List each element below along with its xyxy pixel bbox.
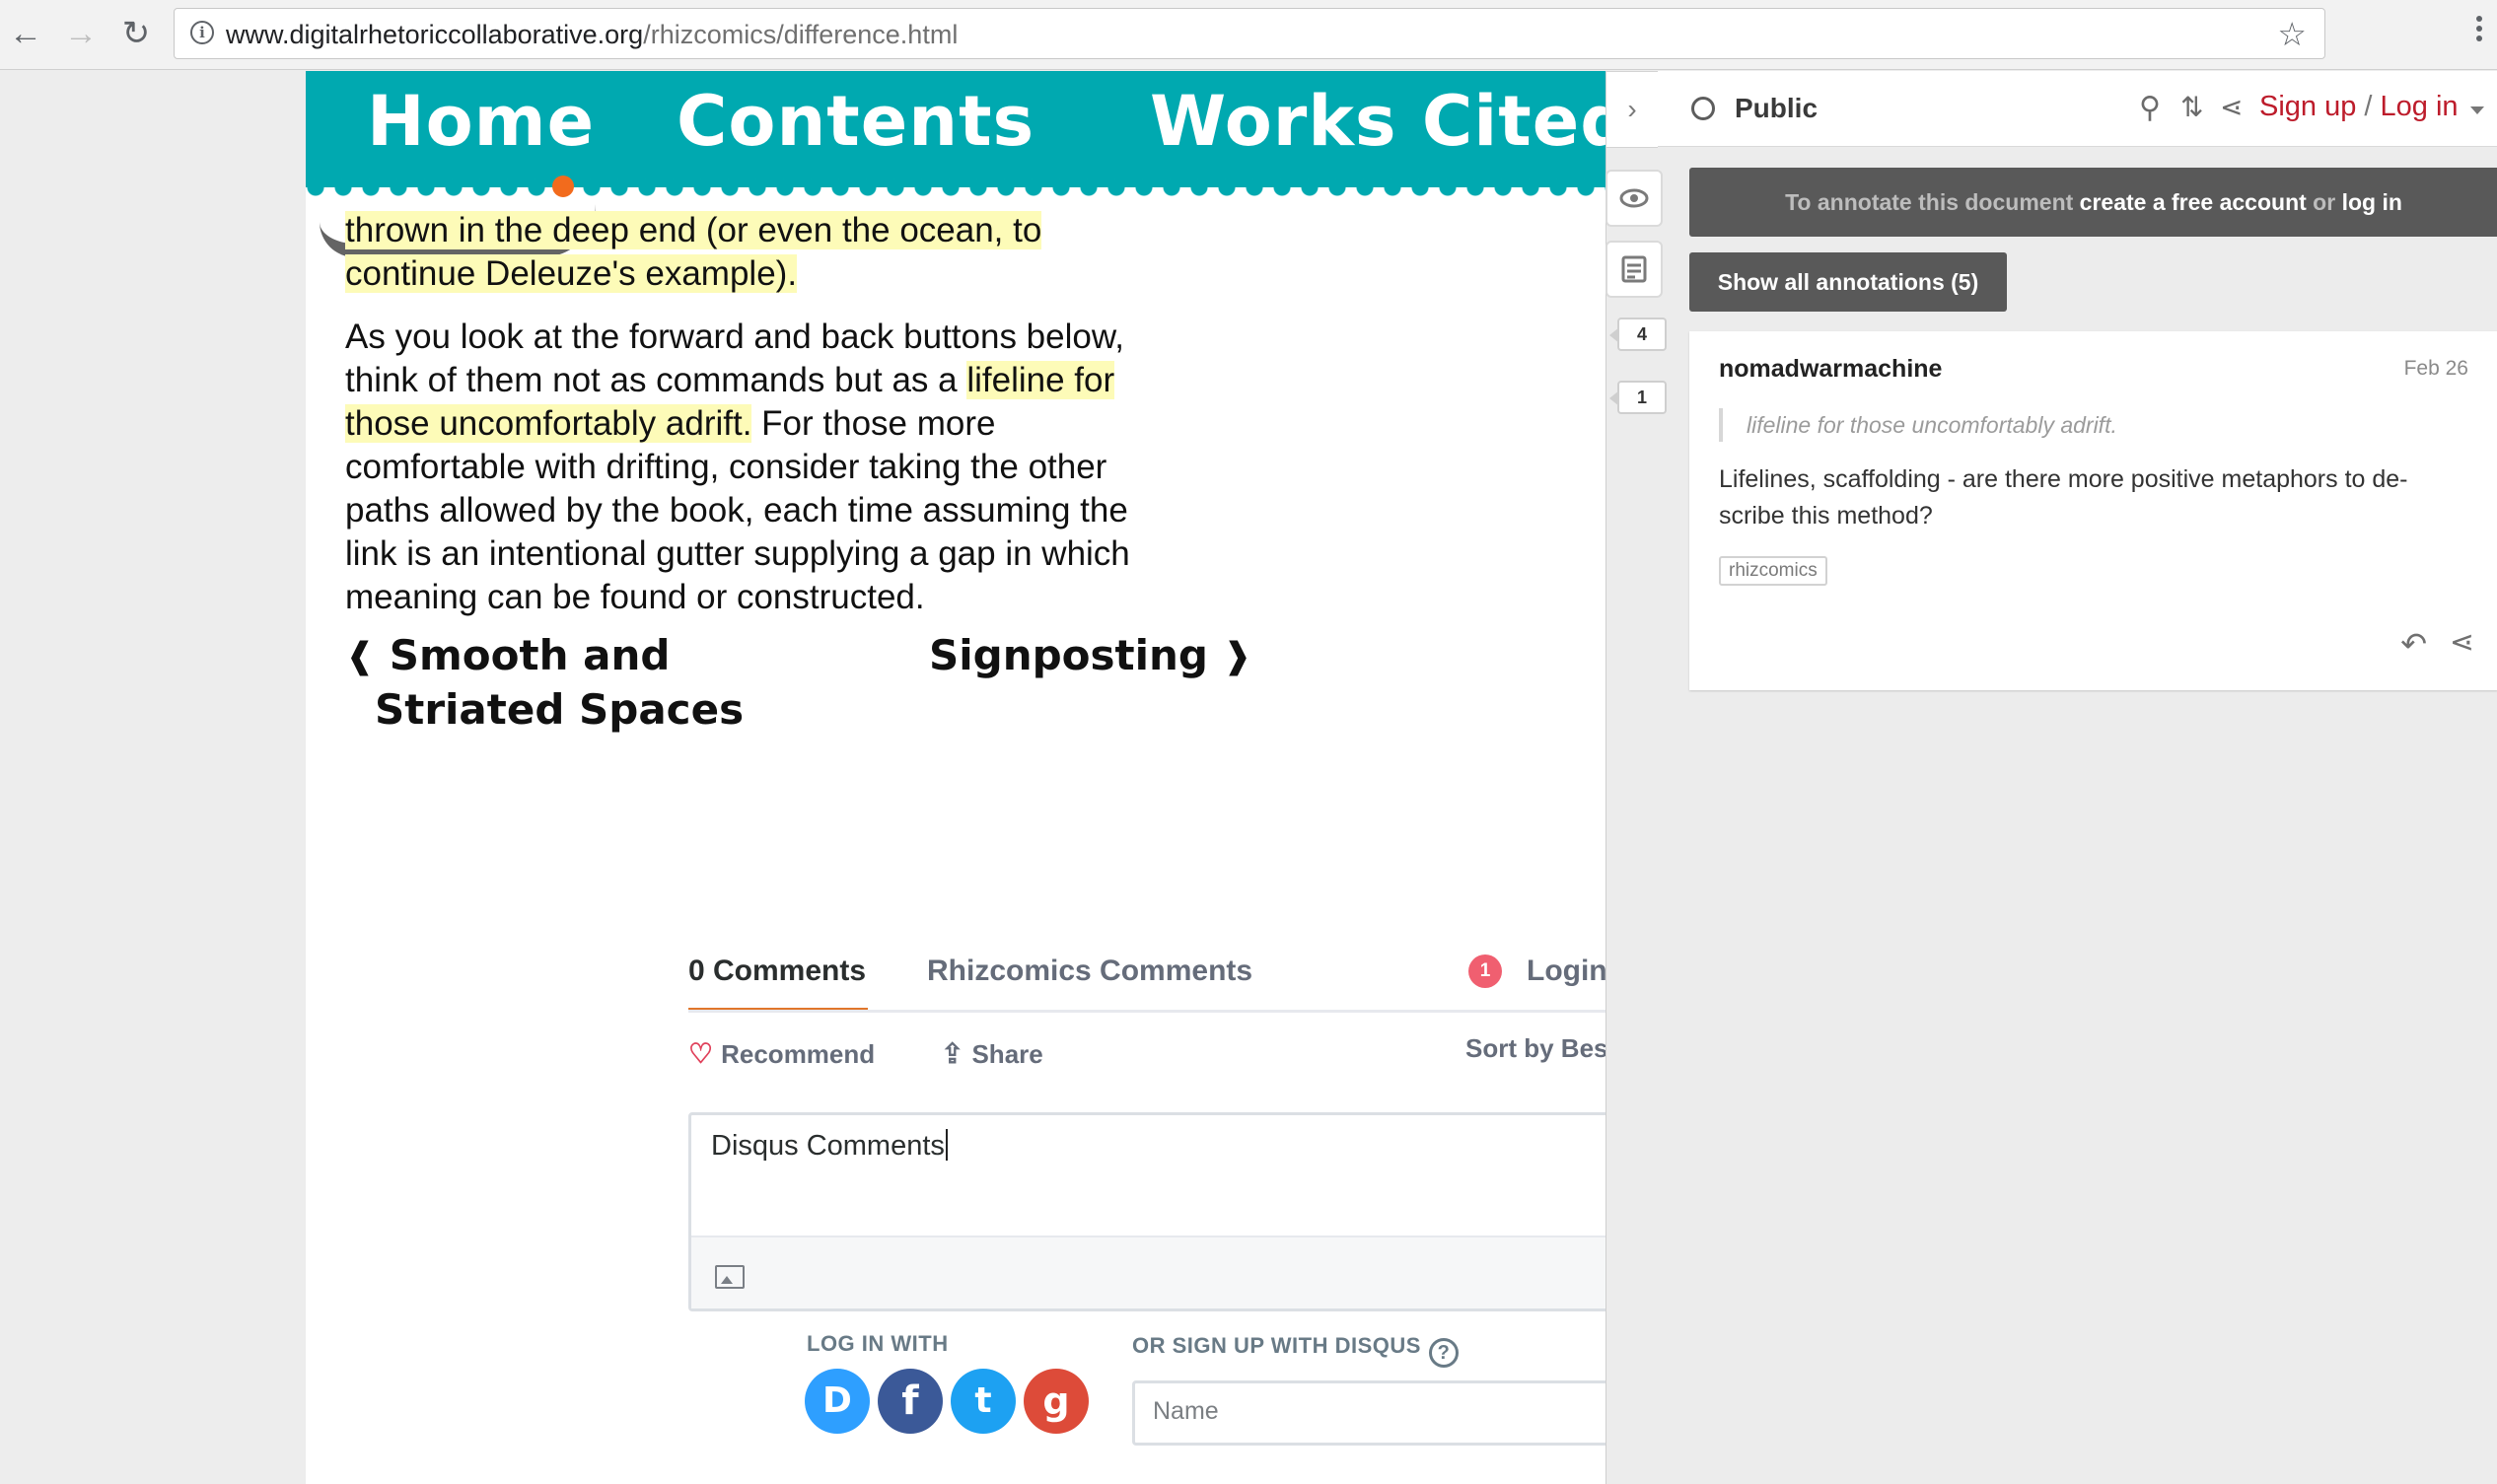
disqus-login-button[interactable]: Login <box>1527 943 1607 1000</box>
browser-toolbar: ← → ↻ i www.digitalrhetoriccollaborative… <box>0 0 2497 70</box>
share-icon: ⇪ <box>941 1038 964 1069</box>
login-banner: To annotate this document create a free … <box>1689 168 2497 237</box>
disqus-login-icon[interactable]: D <box>805 1369 870 1434</box>
comment-toolbar <box>691 1236 1638 1308</box>
heart-icon: ♡ <box>688 1038 714 1069</box>
address-bar[interactable]: i www.digitalrhetoriccollaborative.org/r… <box>174 8 2325 59</box>
group-selector[interactable]: Public <box>1735 93 1818 124</box>
url-text[interactable]: www.digitalrhetoriccollaborative.org/rhi… <box>226 20 958 50</box>
annotation-body: Lifelines, scaffolding - are there more … <box>1719 465 2408 530</box>
sidebar-topbar: Public ⚲ ⇅ ⋖ Sign up / Log in <box>1606 71 2497 147</box>
sign-up-link[interactable]: Sign up <box>2259 91 2356 122</box>
nav-works-cited[interactable]: Works Cited <box>1150 81 1627 162</box>
annotation-bucket[interactable]: 1 <box>1609 381 1667 414</box>
show-all-annotations-button[interactable]: Show all annotations (5) <box>1689 252 2007 312</box>
signup-with-label: OR SIGN UP WITH DISQUS? <box>1132 1333 1459 1368</box>
forward-arrow-icon[interactable]: → <box>61 14 101 53</box>
search-icon[interactable]: ⚲ <box>2139 91 2161 125</box>
annotation-quote: lifeline for those uncomfortably adrift. <box>1719 408 2117 442</box>
annotation-sidebar: Public ⚲ ⇅ ⋖ Sign up / Log in To annotat… <box>1605 71 2497 1484</box>
create-account-link[interactable]: create a free account <box>2080 189 2307 215</box>
facebook-login-icon[interactable]: f <box>878 1369 943 1434</box>
chevron-down-icon[interactable] <box>2470 106 2484 114</box>
share-icon[interactable]: ⋖ <box>2220 91 2243 123</box>
banner-login-link[interactable]: log in <box>2342 189 2402 215</box>
orange-dot-decoration <box>552 176 574 197</box>
article-paragraph-1: thrown in the deep end (or even the ocea… <box>345 209 1164 296</box>
site-navigation: Home Contents Works Cited <box>306 71 1627 187</box>
share-button[interactable]: ⇪ Share <box>941 1037 1043 1070</box>
previous-page-link[interactable]: ❰ Smooth and Striated Spaces <box>345 629 744 737</box>
annotation-tag[interactable]: rhizcomics <box>1719 556 1827 586</box>
help-icon[interactable]: ? <box>1428 1338 1459 1368</box>
comment-textarea[interactable]: Disqus Comments <box>688 1112 1641 1311</box>
scalloped-border <box>306 177 1617 197</box>
highlighted-text[interactable]: thrown in the deep end (or even the ocea… <box>345 211 1042 293</box>
sort-icon[interactable]: ⇅ <box>2180 91 2203 123</box>
text-cursor <box>945 1129 948 1161</box>
notification-badge[interactable]: 1 <box>1468 954 1502 988</box>
article-body: thrown in the deep end (or even the ocea… <box>345 209 1164 639</box>
log-in-link[interactable]: Log in <box>2381 91 2459 122</box>
tab-comments[interactable]: 0 Comments <box>688 943 868 1012</box>
next-page-link[interactable]: Signposting ❱ <box>929 629 1252 683</box>
share-icon[interactable]: ⋖ <box>2450 625 2474 660</box>
google-login-icon[interactable]: g <box>1024 1369 1089 1434</box>
left-bracket-icon: ❰ <box>345 636 376 676</box>
sidebar-collapse-icon[interactable]: › <box>1605 71 1658 148</box>
article-paragraph-2: As you look at the forward and back butt… <box>345 318 1130 616</box>
annotation-bucket-top[interactable]: 4 <box>1609 318 1667 351</box>
browser-menu-icon[interactable] <box>2469 12 2489 55</box>
image-upload-icon[interactable] <box>715 1265 745 1289</box>
tab-community[interactable]: Rhizcomics Comments <box>927 943 1252 1000</box>
login-with-label: LOG IN WITH <box>807 1331 949 1356</box>
name-input[interactable]: Name <box>1132 1380 1641 1446</box>
annotation-card[interactable]: nomadwarmachine Feb 26 lifeline for thos… <box>1689 331 2497 690</box>
nav-home[interactable]: Home <box>367 81 595 162</box>
reply-icon[interactable]: ↶ <box>2400 625 2427 663</box>
reload-icon[interactable]: ↻ <box>116 14 156 53</box>
annotation-date[interactable]: Feb 26 <box>2404 357 2468 381</box>
recommend-button[interactable]: ♡ Recommend <box>688 1037 875 1070</box>
globe-icon <box>1691 97 1715 120</box>
nav-contents[interactable]: Contents <box>677 81 1034 162</box>
page-note-icon[interactable] <box>1605 241 1663 298</box>
twitter-login-icon[interactable]: t <box>951 1369 1016 1434</box>
site-info-icon[interactable]: i <box>190 21 214 44</box>
account-links: Sign up / Log in <box>2259 91 2459 122</box>
back-arrow-icon[interactable]: ← <box>6 14 45 53</box>
eye-icon[interactable] <box>1605 170 1663 227</box>
bookmark-star-icon[interactable]: ☆ <box>2277 15 2307 53</box>
right-bracket-icon: ❱ <box>1222 636 1252 676</box>
annotation-user[interactable]: nomadwarmachine <box>1719 355 1942 384</box>
